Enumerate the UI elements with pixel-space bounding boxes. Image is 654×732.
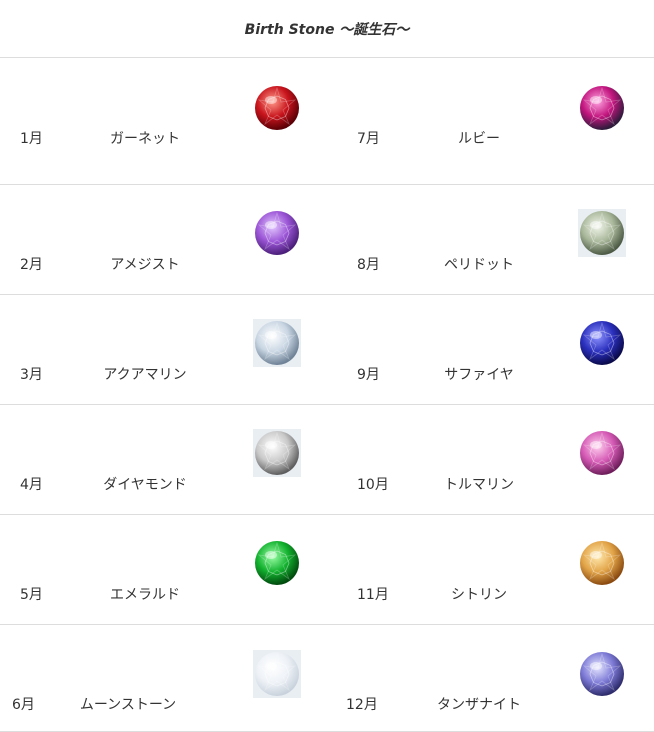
stone-month: 3月 [20,367,43,383]
stone-row: 6月 ムーンストーン 12月 タンザナイト [0,625,654,732]
emerald-gem-icon [253,539,301,587]
stone-month: 10月 [357,477,389,493]
tourmaline-gem-icon [578,429,626,477]
stone-row: 3月 アクアマリン 9月 サファイヤ [0,295,654,405]
page-title: Birth Stone ～誕生石～ [0,0,654,58]
stone-name: ムーンストーン [79,697,177,713]
peridot-gem-icon [578,209,626,257]
amethyst-gem-icon [253,209,301,257]
aquamarine-gem-icon [253,319,301,367]
stone-name: エメラルド [110,587,180,603]
birthstone-page: Birth Stone ～誕生石～ 1月 ガーネット 7月 ルビー 2月 アメジスト 8月 ペ… [0,0,654,732]
stone-row: 1月 ガーネット 7月 ルビー [0,58,654,185]
citrine-gem-icon [578,539,626,587]
moonstone-gem-icon [253,650,301,698]
stone-month: 7月 [357,131,380,147]
stone-name: アメジスト [110,257,180,273]
diamond-gem-icon [253,429,301,477]
stone-name: シトリン [451,587,507,603]
stone-month: 8月 [357,257,380,273]
stone-name: ダイヤモンド [103,477,187,493]
stone-name: トルマリン [444,477,514,493]
stone-month: 5月 [20,587,43,603]
stone-row: 4月 ダイヤモンド 10月 トルマリン [0,405,654,515]
stone-name: ペリドット [444,257,514,273]
sapphire-gem-icon [578,319,626,367]
stone-name: タンザナイト [437,697,521,713]
tanzanite-gem-icon [578,650,626,698]
stone-month: 6月 [12,697,35,713]
ruby-gem-icon [578,84,626,132]
garnet-gem-icon [253,84,301,132]
stone-row: 2月 アメジスト 8月 ペリドット [0,185,654,295]
stone-name: サファイヤ [444,367,514,383]
stone-month: 2月 [20,257,43,273]
stone-month: 9月 [357,367,380,383]
stone-month: 4月 [20,477,43,493]
stone-name: ルビー [458,131,500,147]
stone-month: 1月 [20,131,43,147]
stone-month: 12月 [346,697,378,713]
stone-row: 5月 エメラルド 11月 シトリン [0,515,654,625]
stone-name: ガーネット [110,131,180,147]
stone-name: アクアマリン [103,367,187,383]
stone-month: 11月 [357,587,389,603]
